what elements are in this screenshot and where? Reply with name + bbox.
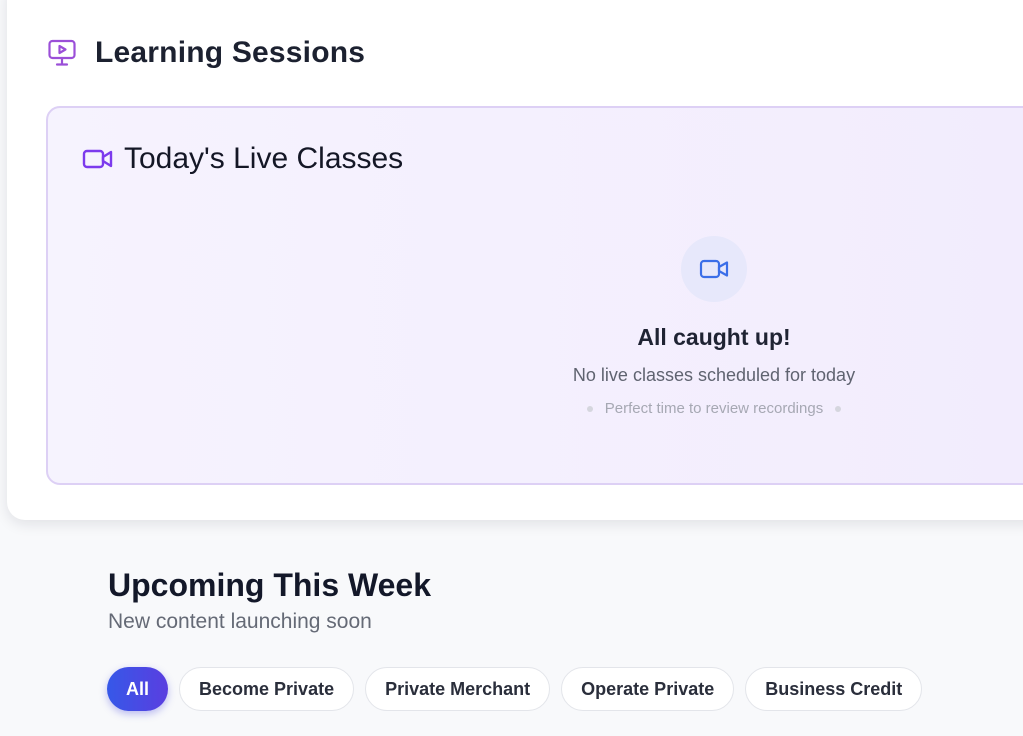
filter-chip-private-merchant[interactable]: Private Merchant	[365, 667, 551, 711]
learning-sessions-card: Learning Sessions Today's Live Classes A…	[7, 0, 1023, 520]
empty-state-title: All caught up!	[637, 324, 791, 350]
video-camera-icon	[699, 258, 729, 280]
empty-state: All caught up! No live classes scheduled…	[514, 236, 914, 417]
page-title: Learning Sessions	[95, 36, 366, 69]
live-classes-header: Today's Live Classes	[82, 142, 403, 176]
monitor-play-icon	[47, 38, 77, 68]
empty-state-hint-text: Perfect time to review recordings	[604, 400, 824, 417]
page: Learning Sessions Today's Live Classes A…	[0, 0, 1023, 736]
bullet-dot	[586, 405, 593, 412]
filter-chip-all[interactable]: All	[107, 667, 169, 711]
empty-state-icon-circle	[681, 236, 747, 302]
empty-state-subtitle: No live classes scheduled for today	[572, 365, 856, 385]
filter-chip-operate-private[interactable]: Operate Private	[561, 667, 735, 711]
video-camera-icon	[82, 143, 114, 175]
live-classes-panel: Today's Live Classes All caught up! No l…	[46, 106, 1023, 485]
empty-state-hint: Perfect time to review recordings	[514, 400, 914, 417]
category-filter-bar: All Become Private Private Merchant Oper…	[107, 667, 933, 711]
live-classes-title: Today's Live Classes	[124, 142, 404, 175]
filter-chip-become-private[interactable]: Become Private	[179, 667, 355, 711]
upcoming-section: Upcoming This Week New content launching…	[108, 567, 431, 634]
upcoming-subtitle: New content launching soon	[108, 610, 372, 633]
learning-sessions-header: Learning Sessions	[47, 36, 365, 70]
filter-chip-business-credit[interactable]: Business Credit	[745, 667, 923, 711]
upcoming-title: Upcoming This Week	[108, 567, 432, 603]
bullet-dot	[835, 405, 842, 412]
